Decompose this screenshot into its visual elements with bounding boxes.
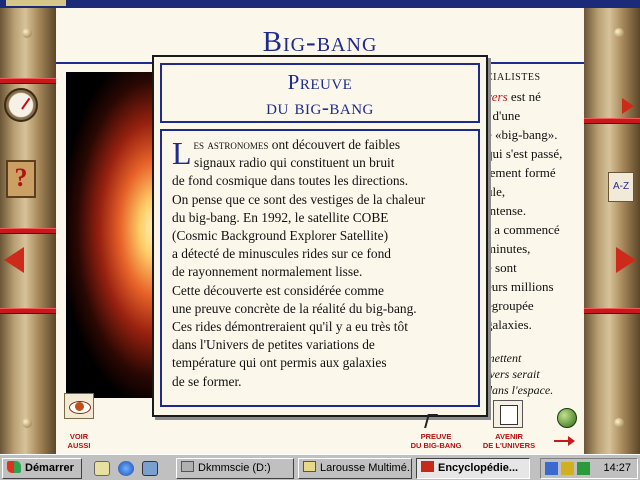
title-strip-cap [6, 0, 66, 6]
popup-line: (Cosmic Background Explorer Satellite) [172, 228, 389, 244]
clock: 14:27 [603, 462, 631, 474]
previous-page-arrow-icon[interactable] [4, 247, 24, 273]
popup-line: de fond cosmique dans toutes les directi… [172, 173, 409, 189]
article-line: vers est né [486, 89, 541, 104]
drive-icon [181, 461, 194, 472]
article-line: ule, [486, 184, 506, 199]
popup-title-line2: du big-bang [266, 95, 374, 119]
frame-rail [0, 78, 56, 84]
caption-line: ivers serait [486, 367, 540, 381]
title-strip [0, 0, 640, 8]
folder-icon [303, 461, 316, 472]
gauge-icon[interactable] [4, 88, 38, 122]
channels-quicklaunch-icon[interactable] [142, 461, 158, 476]
article-line: , d'une [486, 108, 521, 123]
popup-line: température qui ont permis aux galaxies [172, 355, 387, 371]
popup-line: signaux radio qui constituent un bruit [194, 155, 395, 171]
article-line: CIALISTES [486, 72, 541, 83]
article-line: s a commencé [486, 222, 560, 237]
small-arrow-right-icon[interactable] [622, 98, 634, 114]
popup-panel[interactable]: Preuve du big-bang Les astronomes ont dé… [152, 55, 488, 417]
article-line: minutes, [486, 241, 531, 256]
next-arrow-icon[interactable] [554, 436, 575, 446]
system-tray: 14:27 [540, 458, 638, 479]
desktop-quicklaunch-icon[interactable] [94, 461, 110, 476]
caption-line: mettent [486, 351, 522, 365]
bolt-icon [22, 418, 32, 428]
voir-aussi-button[interactable]: VOIR AUSSI [58, 432, 100, 450]
taskbar-item-larousse[interactable]: Larousse Multimé... [298, 458, 412, 479]
taskbar-item-drive[interactable]: Dkmmscie (D:) [176, 458, 294, 479]
tray-icon[interactable] [577, 462, 590, 475]
left-frame [0, 8, 56, 454]
taskbar: Démarrer Dkmmscie (D:) Larousse Multimé.… [0, 454, 640, 480]
article-line: qui s'est passé, [486, 146, 563, 161]
bolt-icon [614, 28, 624, 38]
popup-line: Cette découverte est considérée comme [172, 282, 384, 298]
article-line: lement formé [486, 165, 556, 180]
preuve-big-bang-button[interactable]: PREUVE DU BIG-BANG [406, 432, 466, 450]
next-page-arrow-icon[interactable] [616, 247, 636, 273]
popup-body: Les astronomes ont découvert de faibles … [160, 129, 480, 407]
popup-line: du big-bang. En 1992, le satellite COBE [172, 209, 389, 225]
big-bang-image [66, 72, 156, 398]
popup-line: Ces rides démontreraient qu'il y a eu tr… [172, 319, 408, 335]
article-line: e «big-bang». [486, 127, 558, 142]
frame-rail [0, 308, 56, 314]
caption-line: dans l'espace. [486, 383, 554, 397]
frame-rail [584, 118, 640, 124]
article-line: e sont [486, 260, 517, 275]
start-button[interactable]: Démarrer [2, 458, 82, 479]
article-line: galaxies. [486, 317, 532, 332]
app-icon [421, 461, 434, 472]
article-line: eurs millions [486, 279, 554, 294]
popup-line: On pense que ce sont des vestiges de la … [172, 191, 426, 207]
popup-line: de se former. [172, 373, 242, 389]
article-text-column: CIALISTES vers est né , d'une e «big-ban… [486, 68, 584, 398]
drop-cap: L [172, 135, 192, 171]
help-icon[interactable]: ? [6, 160, 36, 198]
popup-line: dans l'Univers de petites variations de [172, 337, 375, 353]
avenir-univers-button[interactable]: AVENIR DE L'UNIVERS [478, 432, 540, 450]
popup-title-line1: Preuve [287, 70, 353, 94]
popup-header: Preuve du big-bang [160, 63, 480, 123]
frame-rail [584, 308, 640, 314]
article-link[interactable]: vers [486, 89, 508, 104]
bolt-icon [614, 418, 624, 428]
bolt-icon [22, 28, 32, 38]
article-line: intense. [486, 203, 527, 218]
popup-line: a détecté de minuscules rides sur ce fon… [172, 246, 392, 262]
globe-icon[interactable] [557, 408, 577, 428]
article-line: egroupée [486, 298, 534, 313]
taskbar-item-encyclopedie[interactable]: Encyclopédie... [416, 458, 530, 479]
tray-icon[interactable] [545, 462, 558, 475]
right-frame [584, 8, 640, 454]
popup-line: une preuve concrète de la réalité du big… [172, 300, 417, 316]
browser-quicklaunch-icon[interactable] [118, 461, 134, 476]
pages-icon[interactable] [493, 400, 523, 428]
volume-icon[interactable] [561, 462, 574, 475]
windows-logo-icon [7, 461, 21, 473]
popup-line: Les astronomes ont découvert de faibles [172, 135, 401, 171]
eye-icon[interactable] [64, 393, 94, 419]
frame-rail [0, 228, 56, 234]
index-az-icon[interactable]: A-Z [608, 172, 634, 202]
popup-line: de rayonnement normalement lisse. [172, 264, 363, 280]
